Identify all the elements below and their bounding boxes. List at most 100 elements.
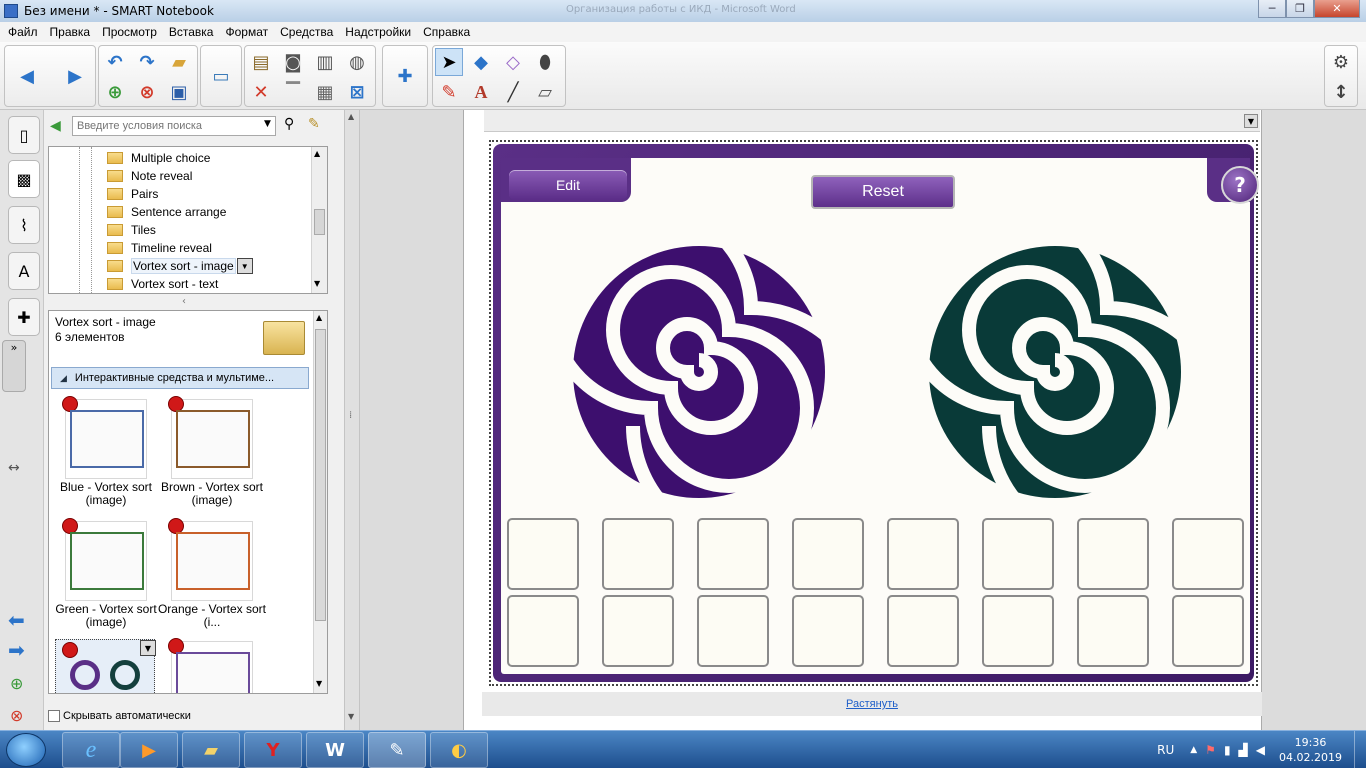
- puzzle-icon[interactable]: ✚: [391, 62, 419, 90]
- minimize-button[interactable]: ─: [1258, 0, 1286, 18]
- line-icon[interactable]: ╱: [499, 78, 527, 106]
- tree-item[interactable]: Vortex sort - text: [107, 275, 218, 293]
- splitter-handle[interactable]: ‹: [182, 296, 186, 307]
- show-hidden-icons-icon[interactable]: ▲: [1190, 745, 1197, 755]
- chevron-down-icon[interactable]: ▼: [140, 640, 156, 656]
- drop-cell[interactable]: [697, 518, 769, 590]
- move-toolbar-icon[interactable]: ↕: [1327, 78, 1355, 106]
- gallery-thumbnail[interactable]: [168, 518, 253, 601]
- search-input[interactable]: [72, 116, 276, 136]
- drop-cell[interactable]: [1172, 595, 1244, 667]
- close-button[interactable]: ✕: [1314, 0, 1360, 18]
- green-spiral-image[interactable]: [925, 242, 1185, 502]
- gallery-thumbnail[interactable]: [168, 638, 253, 693]
- menu-view[interactable]: Просмотр: [96, 25, 163, 39]
- edit-button[interactable]: Edit: [509, 170, 627, 200]
- dock-arrows-icon[interactable]: ↔: [8, 460, 20, 476]
- drop-cell[interactable]: [887, 595, 959, 667]
- battery-icon[interactable]: ▮: [1224, 743, 1231, 757]
- gallery-tab[interactable]: ▩: [8, 160, 40, 198]
- page-sorter-tab[interactable]: ▯: [8, 116, 40, 154]
- shade-icon[interactable]: ▥: [311, 48, 339, 76]
- tree-scroll-thumb[interactable]: [314, 209, 325, 235]
- save-icon[interactable]: ▣: [165, 78, 193, 106]
- select-icon[interactable]: ➤: [435, 48, 463, 76]
- language-indicator[interactable]: RU: [1157, 743, 1174, 757]
- explorer-folder-icon[interactable]: ▰: [182, 732, 240, 768]
- tree-item[interactable]: Tiles: [107, 221, 156, 239]
- delete-page-side-icon[interactable]: ⊗: [10, 706, 23, 725]
- clock[interactable]: 19:36 04.02.2019: [1279, 735, 1342, 765]
- show-desktop-button[interactable]: [1354, 731, 1366, 769]
- media-player-icon[interactable]: ▶: [120, 732, 178, 768]
- drop-cell[interactable]: [507, 595, 579, 667]
- menu-format[interactable]: Формат: [219, 25, 274, 39]
- search-icon[interactable]: ⚲: [284, 116, 294, 132]
- paste-icon[interactable]: ▤: [247, 48, 275, 76]
- autohide-checkbox[interactable]: [48, 710, 60, 722]
- screen-shade-icon[interactable]: ▔: [279, 78, 307, 106]
- prev-page-icon[interactable]: ⬅: [8, 608, 25, 632]
- reset-button[interactable]: Reset: [811, 175, 955, 209]
- word-icon[interactable]: W: [306, 732, 364, 768]
- menu-help[interactable]: Справка: [417, 25, 476, 39]
- panel-divider[interactable]: ▲ ⁞ ▼: [344, 110, 360, 730]
- shapes-icon[interactable]: ◆: [467, 48, 495, 76]
- purple-spiral-image[interactable]: [569, 242, 829, 502]
- drop-cell[interactable]: [1077, 595, 1149, 667]
- panel-expand-handle[interactable]: »: [2, 340, 26, 392]
- drop-cell[interactable]: [697, 595, 769, 667]
- screen-icon[interactable]: ▭: [207, 62, 235, 90]
- menu-tools[interactable]: Средства: [274, 25, 339, 39]
- eraser-icon[interactable]: ◇: [499, 48, 527, 76]
- gallery-thumbnail[interactable]: [62, 518, 147, 601]
- drop-cell[interactable]: [1172, 518, 1244, 590]
- open-folder-icon[interactable]: ▰: [165, 48, 193, 76]
- fullscreen-icon[interactable]: ⊠: [343, 78, 371, 106]
- table-icon[interactable]: ▦: [311, 78, 339, 106]
- delete-page-icon[interactable]: ⊗: [133, 78, 161, 106]
- menu-file[interactable]: Файл: [2, 25, 44, 39]
- gallery-scroll-thumb[interactable]: [315, 329, 326, 621]
- gear-icon[interactable]: ⚙: [1327, 48, 1355, 76]
- ie-icon[interactable]: e: [62, 732, 120, 768]
- gallery-thumbnail-selected[interactable]: ▼: [55, 639, 156, 693]
- smart-notebook-task-icon[interactable]: ✎: [368, 732, 426, 768]
- back-arrow-icon[interactable]: ◀: [13, 62, 41, 90]
- add-page-icon[interactable]: ⊕: [101, 78, 129, 106]
- properties-tab[interactable]: A: [8, 252, 40, 290]
- stretch-link[interactable]: Растянуть: [846, 698, 898, 710]
- tree-scrollbar[interactable]: ▲ ▼: [311, 147, 327, 293]
- gallery-back-icon[interactable]: ◀: [50, 118, 61, 134]
- gallery-thumbnail[interactable]: [168, 396, 253, 479]
- signal-icon[interactable]: ▟: [1239, 743, 1248, 757]
- spell-icon[interactable]: ◍: [343, 48, 371, 76]
- redo-icon[interactable]: ↷: [133, 48, 161, 76]
- drop-cell[interactable]: [602, 518, 674, 590]
- chevron-down-icon[interactable]: ▼: [236, 258, 253, 274]
- network-icon[interactable]: ⚑: [1205, 743, 1216, 757]
- start-button[interactable]: [6, 733, 46, 767]
- next-page-icon[interactable]: ➡: [8, 638, 25, 662]
- delete-icon[interactable]: ✕: [247, 78, 275, 106]
- page-menu-chevron-icon[interactable]: ▼: [1244, 114, 1258, 128]
- volume-icon[interactable]: ◀: [1256, 743, 1265, 757]
- help-button[interactable]: ?: [1221, 166, 1259, 204]
- tree-item[interactable]: Pairs: [107, 185, 158, 203]
- tree-item[interactable]: Multiple choice: [107, 149, 210, 167]
- pens-icon[interactable]: ✎: [435, 78, 463, 106]
- fill-icon[interactable]: ⬮: [531, 48, 559, 76]
- drop-cell[interactable]: [982, 595, 1054, 667]
- drop-cell[interactable]: [887, 518, 959, 590]
- gallery-thumbnail[interactable]: [62, 396, 147, 479]
- menu-addons[interactable]: Надстройки: [339, 25, 417, 39]
- drop-cell[interactable]: [1077, 518, 1149, 590]
- menu-edit[interactable]: Правка: [44, 25, 97, 39]
- drop-cell[interactable]: [792, 595, 864, 667]
- drop-cell[interactable]: [602, 595, 674, 667]
- forward-arrow-icon[interactable]: ▶: [61, 62, 89, 90]
- undo-icon[interactable]: ↶: [101, 48, 129, 76]
- attachments-tab[interactable]: ⌇: [8, 206, 40, 244]
- addons-tab[interactable]: ✚: [8, 298, 40, 336]
- paint-icon[interactable]: ◐: [430, 732, 488, 768]
